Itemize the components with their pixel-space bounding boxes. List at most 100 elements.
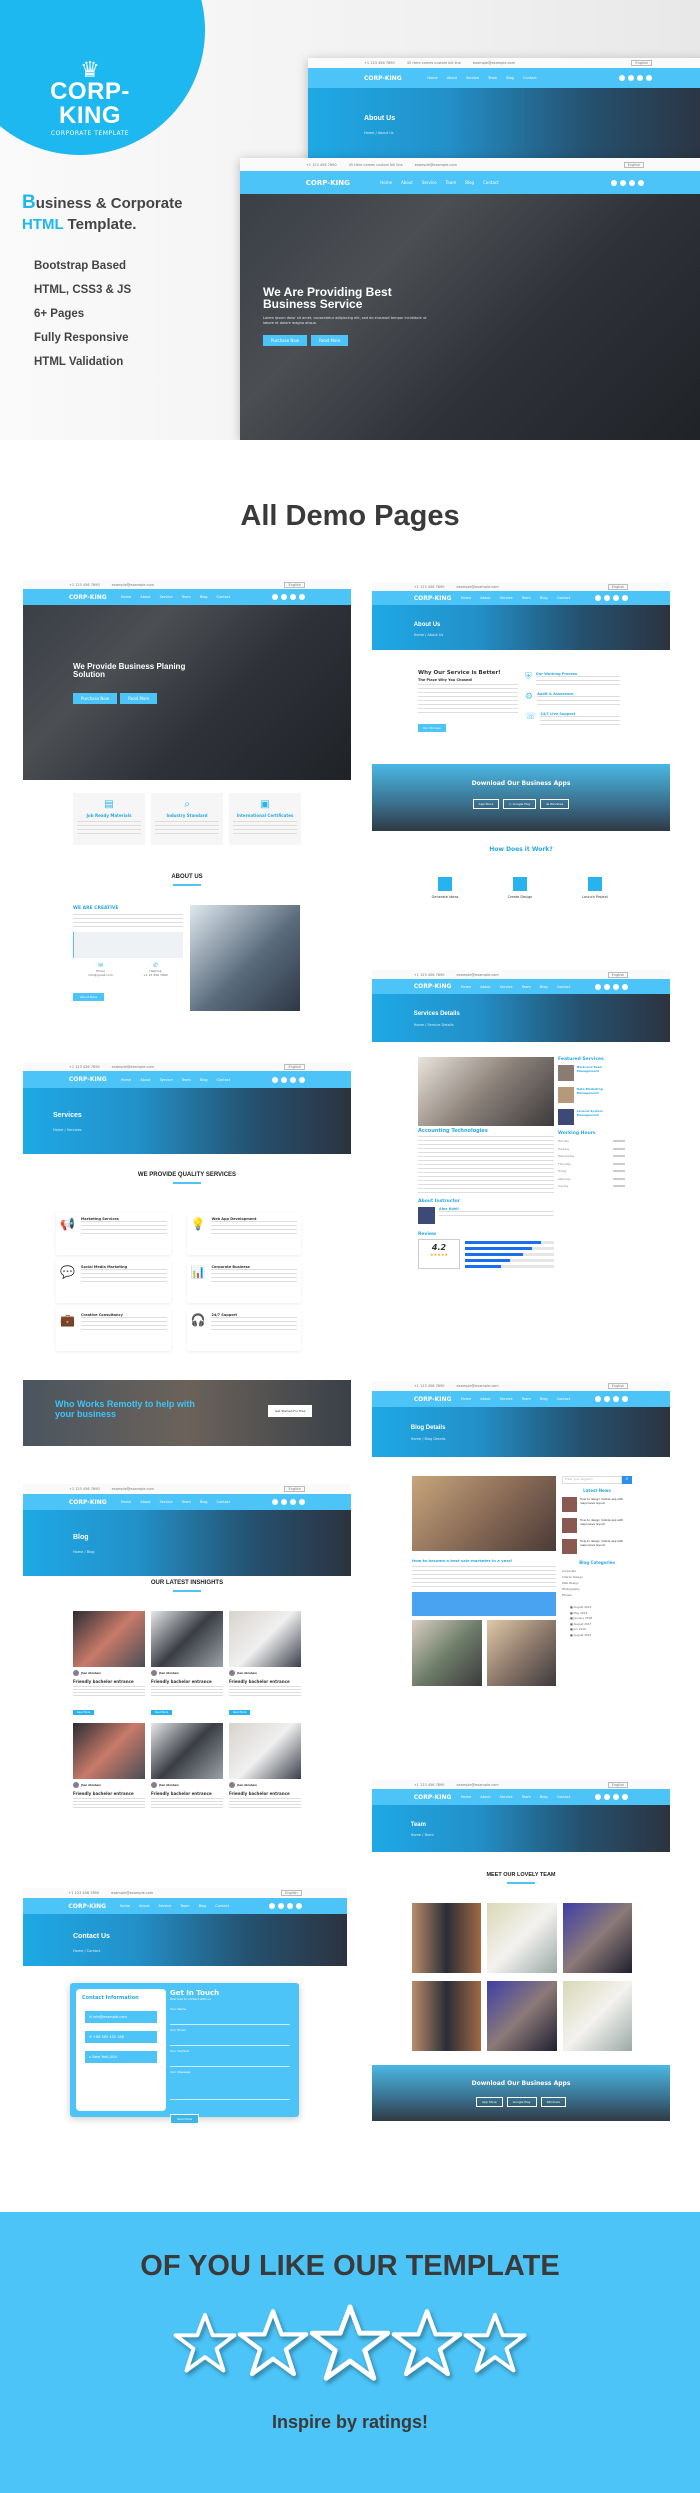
our-process-button[interactable]: Our Process (418, 724, 446, 732)
language-select[interactable]: English (623, 161, 645, 168)
facebook-icon[interactable] (595, 983, 602, 990)
nav-logo[interactable]: CORP-KING (414, 595, 461, 602)
featured-item[interactable]: Data Marketing Management (558, 1087, 625, 1103)
instagram-icon[interactable] (646, 75, 652, 81)
facebook-icon[interactable] (272, 594, 279, 600)
nav-home[interactable]: Home (461, 596, 471, 600)
nav-team[interactable]: Team (522, 1397, 531, 1401)
send-now-button[interactable]: Send Now (170, 2114, 200, 2124)
instagram-icon[interactable] (638, 179, 645, 186)
nav-service[interactable]: Service (500, 1795, 513, 1799)
read-more-button[interactable]: Read More (73, 1710, 95, 1715)
nav-contact[interactable]: Contact (557, 985, 571, 989)
archive-item[interactable]: ■ January 2018 (570, 1616, 632, 1620)
facebook-icon[interactable] (619, 75, 625, 81)
nav-about[interactable]: About (401, 180, 413, 185)
instagram-icon[interactable] (299, 594, 306, 600)
language-select[interactable]: English (281, 1890, 302, 1896)
read-more-button[interactable]: Read More (311, 335, 349, 346)
windows-button[interactable]: ⊞ Windows (540, 799, 570, 809)
nav-home[interactable]: Home (380, 180, 392, 185)
nav-team[interactable]: Team (446, 180, 457, 185)
instagram-icon[interactable] (299, 1076, 306, 1083)
category-item[interactable]: Fitness (562, 1593, 632, 1597)
latest-item[interactable]: How to design mobile app with responsive… (562, 1518, 632, 1533)
linkedin-icon[interactable] (613, 1794, 620, 1800)
featured-item[interactable]: Back-end Team Management (558, 1065, 625, 1081)
nav-contact[interactable]: Contact (557, 1397, 571, 1401)
latest-item[interactable]: How to design mobile app with responsive… (562, 1497, 632, 1512)
nav-service[interactable]: Service (500, 596, 513, 600)
nav-service[interactable]: Service (466, 76, 479, 80)
star-icon[interactable] (173, 2311, 237, 2375)
nav-logo[interactable]: CORP-KING (68, 1903, 119, 1910)
blog-post-title[interactable]: Friendly bachelor entrance (151, 1679, 223, 1684)
nav-about[interactable]: About (140, 1078, 150, 1082)
read-more-button[interactable]: Read More (151, 1710, 173, 1715)
read-more-button[interactable]: Read More (120, 693, 158, 704)
nav-contact[interactable]: Contact (215, 1904, 229, 1908)
twitter-icon[interactable] (281, 594, 288, 600)
linkedin-icon[interactable] (613, 983, 620, 990)
blog-image[interactable] (229, 1611, 301, 1667)
instagram-icon[interactable] (622, 595, 629, 601)
nav-blog[interactable]: Blog (200, 595, 208, 599)
nav-blog[interactable]: Blog (465, 180, 474, 185)
language-select[interactable]: English (284, 1063, 306, 1070)
twitter-icon[interactable] (604, 1396, 611, 1402)
google-play-button[interactable]: ▷ Google Play (503, 799, 537, 809)
linkedin-icon[interactable] (290, 1076, 297, 1083)
message-field[interactable]: Your Message (170, 2070, 290, 2100)
nav-contact[interactable]: Contact (523, 76, 537, 80)
nav-logo[interactable]: CORP-KING (306, 179, 380, 187)
featured-item[interactable]: Laravel System Management (558, 1109, 625, 1125)
nav-about[interactable]: About (480, 1795, 490, 1799)
star-icon[interactable] (309, 2302, 391, 2384)
star-icon[interactable] (463, 2311, 527, 2375)
nav-home[interactable]: Home (121, 1500, 131, 1504)
category-item[interactable]: Interior Design (562, 1575, 632, 1579)
linkedin-icon[interactable] (290, 594, 297, 600)
email-field[interactable]: Your Email (170, 2028, 290, 2046)
twitter-icon[interactable] (628, 75, 634, 81)
facebook-icon[interactable] (268, 1903, 275, 1909)
archive-item[interactable]: ■ August 2019 (570, 1605, 632, 1609)
nav-service[interactable]: Service (160, 595, 173, 599)
nav-logo[interactable]: CORP-KING (69, 1076, 121, 1083)
nav-about[interactable]: About (447, 76, 457, 80)
blog-post-title[interactable]: Friendly bachelor entrance (229, 1791, 301, 1796)
linkedin-icon[interactable] (613, 595, 620, 601)
nav-blog[interactable]: Blog (200, 1078, 208, 1082)
language-select[interactable]: English (284, 1486, 306, 1492)
archive-item[interactable]: ■ August 2017 (570, 1622, 632, 1626)
twitter-icon[interactable] (604, 983, 611, 990)
nav-about[interactable]: About (140, 595, 150, 599)
nav-logo[interactable]: CORP-KING (414, 1794, 461, 1801)
blog-post-title[interactable]: Friendly bachelor entrance (229, 1679, 301, 1684)
twitter-icon[interactable] (620, 179, 627, 186)
archive-item[interactable]: ■ Jun 2016 (570, 1627, 632, 1631)
nav-home[interactable]: Home (461, 1397, 471, 1401)
archive-item[interactable]: ■ May 2019 (570, 1611, 632, 1615)
nav-blog[interactable]: Blog (506, 76, 514, 80)
blog-image[interactable] (151, 1611, 223, 1667)
nav-contact[interactable]: Contact (557, 1795, 571, 1799)
nav-service[interactable]: Service (160, 1500, 173, 1504)
linkedin-icon[interactable] (637, 75, 643, 81)
category-item[interactable]: Web Design (562, 1581, 632, 1585)
blog-image[interactable] (151, 1723, 223, 1779)
nav-contact[interactable]: Contact (217, 595, 231, 599)
app-store-button[interactable]: App Store (472, 799, 500, 809)
nav-blog[interactable]: Blog (540, 985, 548, 989)
nav-logo[interactable]: CORP-KING (69, 1499, 121, 1506)
team-member-photo[interactable] (487, 1981, 557, 2051)
twitter-icon[interactable] (604, 595, 611, 601)
nav-team[interactable]: Team (180, 1904, 189, 1908)
twitter-icon[interactable] (281, 1076, 288, 1083)
blog-image[interactable] (73, 1611, 145, 1667)
nav-about[interactable]: About (139, 1904, 149, 1908)
twitter-icon[interactable] (604, 1794, 611, 1800)
facebook-icon[interactable] (272, 1076, 279, 1083)
search-icon[interactable]: ⌕ (622, 1476, 632, 1484)
nav-service[interactable]: Service (500, 1397, 513, 1401)
